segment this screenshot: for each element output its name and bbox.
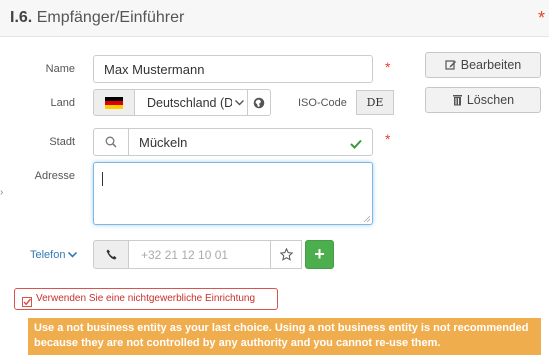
chevron-down-icon[interactable] [232, 90, 247, 115]
resize-handle-icon[interactable] [363, 215, 370, 222]
section-number: I.6. [10, 9, 33, 26]
iso-code-value: DE [366, 96, 384, 109]
search-icon [105, 136, 117, 148]
city-input[interactable]: Mückeln [128, 128, 373, 156]
favorite-button[interactable] [270, 240, 302, 269]
country-value: Deutschland (D [147, 96, 234, 110]
checkmark-icon [350, 136, 362, 154]
non-business-checkbox[interactable] [22, 294, 32, 312]
iso-code-field: DE [356, 90, 394, 115]
country-select[interactable]: Deutschland (D [134, 89, 248, 116]
address-textarea[interactable] [93, 162, 373, 225]
checked-box-icon [22, 297, 32, 307]
phone-addon [93, 240, 129, 269]
edit-button-label: Bearbeiten [460, 58, 522, 72]
name-required-marker: * [385, 59, 391, 75]
iso-code-label: ISO-Code [298, 97, 347, 109]
city-label: Stadt [49, 136, 75, 148]
city-required-marker: * [385, 131, 391, 147]
phone-icon [106, 249, 116, 260]
name-label: Name [45, 63, 75, 75]
delete-button[interactable]: Löschen [425, 87, 541, 113]
phone-placeholder: +32 21 12 10 01 [141, 248, 229, 262]
warning-text: Use a not business entity as your last c… [34, 322, 529, 349]
phone-input[interactable]: +32 21 12 10 01 [128, 240, 271, 269]
address-label: Adresse [34, 170, 75, 182]
city-search-addon [93, 128, 129, 156]
phone-type-dropdown[interactable]: Telefon [30, 249, 78, 261]
add-icon: + [314, 244, 325, 264]
delete-button-label: Löschen [466, 93, 515, 107]
country-flag-addon [93, 89, 135, 116]
country-label: Land [50, 97, 75, 109]
trash-icon [452, 95, 462, 106]
city-value: Mückeln [139, 135, 188, 150]
germany-flag-icon [105, 96, 123, 109]
name-input[interactable]: Max Mustermann [93, 55, 373, 83]
text-cursor [102, 172, 103, 186]
edit-button[interactable]: Bearbeiten [425, 52, 541, 78]
add-phone-button[interactable]: + [305, 240, 334, 269]
section-title: I.6. Empfänger/Einführer [10, 9, 184, 27]
phone-label: Telefon [30, 249, 66, 261]
non-business-checkbox-label: Verwenden Sie eine nichtgewerbliche Einr… [36, 293, 256, 304]
scroll-arrow-icon[interactable]: › [0, 187, 3, 198]
required-marker: * [538, 8, 546, 28]
chevron-down-icon [68, 252, 78, 258]
star-icon [279, 248, 293, 261]
pencil-square-icon [445, 60, 456, 70]
name-value: Max Mustermann [104, 62, 205, 77]
globe-icon[interactable] [247, 89, 271, 116]
warning-banner: Use a not business entity as your last c… [28, 318, 541, 355]
section-title-text: Empfänger/Einführer [36, 9, 185, 26]
